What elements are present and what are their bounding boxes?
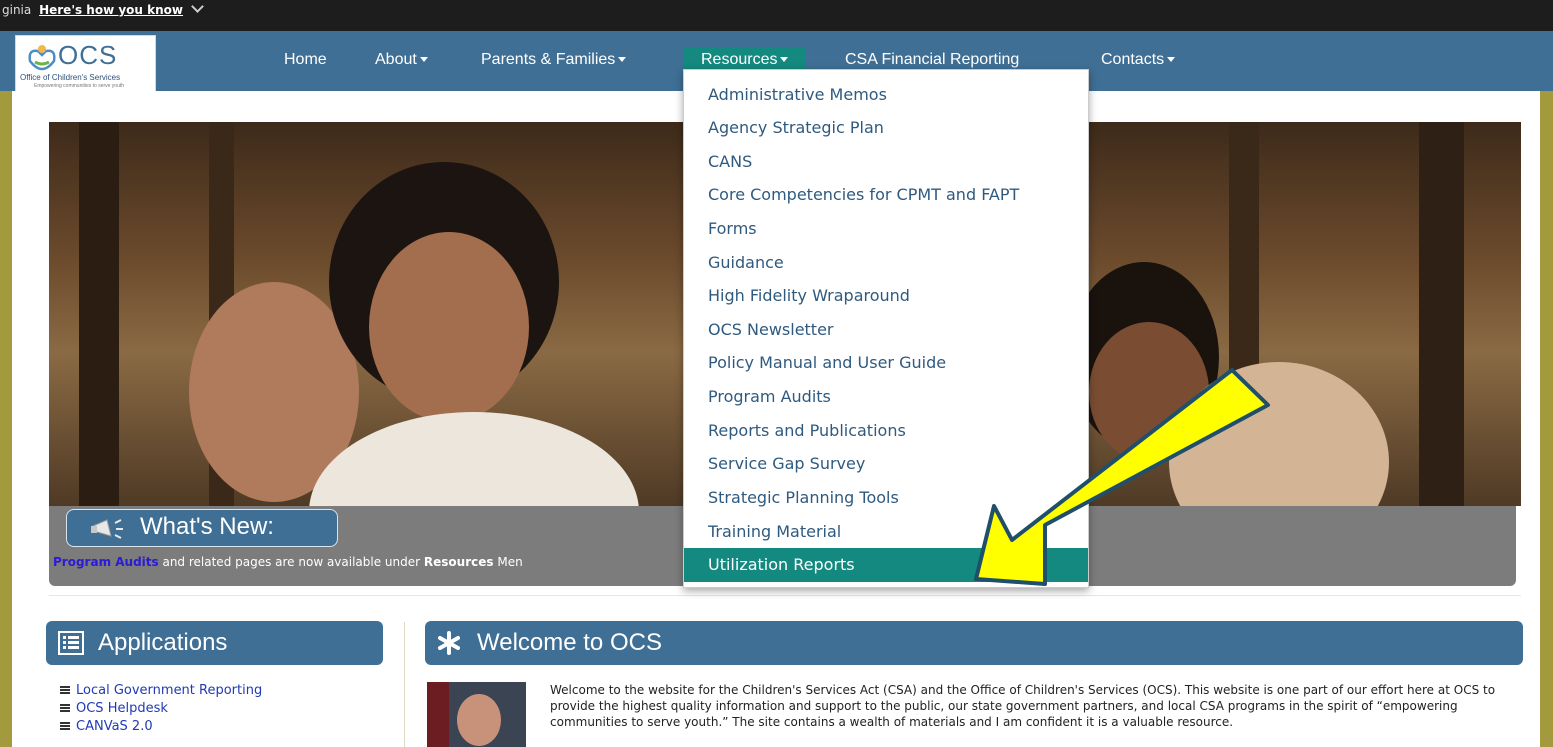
app-link-label: OCS Helpdesk — [76, 701, 168, 716]
heart-logo-icon — [28, 45, 56, 71]
caret-down-icon — [780, 57, 789, 63]
caret-down-icon — [1167, 57, 1176, 63]
megaphone-icon — [91, 519, 123, 539]
nav-about-label: About — [375, 51, 417, 68]
menu-item-strategic-planning-tools[interactable]: Strategic Planning Tools — [684, 481, 1088, 515]
logo-subtitle: Office of Children's Services — [20, 73, 121, 82]
gov-banner-text: ginia Here's how you know — [2, 0, 204, 17]
logo-tagline: Empowering communities to serve youth — [34, 83, 125, 89]
menu-item-service-gap-survey[interactable]: Service Gap Survey — [684, 447, 1088, 481]
menu-item-administrative-memos[interactable]: Administrative Memos — [684, 78, 1088, 112]
news-text-mid: and related pages are now available unde… — [158, 555, 424, 569]
resources-dropdown-menu: Administrative Memos Agency Strategic Pl… — [683, 69, 1089, 588]
welcome-heading: Welcome to OCS — [425, 621, 1523, 665]
menu-item-core-competencies[interactable]: Core Competencies for CPMT and FAPT — [684, 178, 1088, 212]
portrait-face — [457, 694, 501, 746]
welcome-title: Welcome to OCS — [477, 629, 662, 656]
menu-item-program-audits[interactable]: Program Audits — [684, 380, 1088, 414]
nav-parents-families[interactable]: Parents & Families — [481, 49, 627, 71]
hero-tree — [1419, 122, 1464, 506]
chevron-down-icon[interactable] — [190, 0, 204, 13]
list-bullet-icon — [60, 722, 70, 731]
heres-how-you-know-link[interactable]: Here's how you know — [39, 3, 183, 17]
logo-wordmark: OCS — [58, 40, 118, 70]
menu-item-policy-manual[interactable]: Policy Manual and User Guide — [684, 346, 1088, 380]
news-text-end: Men — [493, 555, 523, 569]
news-text-bold: Resources — [423, 555, 494, 569]
applications-heading: Applications — [46, 621, 383, 665]
applications-list: Local Government Reporting OCS Helpdesk … — [60, 682, 262, 736]
nav-resources-label: Resources — [701, 51, 778, 68]
hero-person — [369, 232, 529, 422]
menu-item-ocs-newsletter[interactable]: OCS Newsletter — [684, 313, 1088, 347]
whats-new-heading: What's New: — [66, 509, 338, 547]
app-link-local-government-reporting[interactable]: Local Government Reporting — [60, 682, 262, 700]
nav-contacts-label: Contacts — [1101, 51, 1165, 68]
app-link-label: CANVaS 2.0 — [76, 719, 153, 734]
app-link-label: Local Government Reporting — [76, 683, 263, 698]
list-bullet-icon — [60, 686, 70, 695]
portrait-flag — [427, 682, 449, 747]
menu-item-cans[interactable]: CANS — [684, 145, 1088, 179]
asterisk-icon — [438, 631, 460, 655]
menu-item-forms[interactable]: Forms — [684, 212, 1088, 246]
hero-person — [309, 412, 639, 506]
section-divider — [49, 595, 1521, 596]
program-audits-link[interactable]: Program Audits — [53, 555, 159, 569]
list-icon — [58, 631, 84, 655]
ocs-logo[interactable]: OCS Office of Children's Services Empowe… — [15, 35, 156, 93]
nav-contacts[interactable]: Contacts — [1101, 49, 1176, 71]
whats-new-title: What's New: — [140, 513, 274, 540]
menu-item-high-fidelity-wraparound[interactable]: High Fidelity Wraparound — [684, 279, 1088, 313]
menu-item-agency-strategic-plan[interactable]: Agency Strategic Plan — [684, 111, 1088, 145]
caret-down-icon — [419, 57, 428, 63]
welcome-body: Welcome to the website for the Children'… — [550, 683, 1496, 729]
menu-item-guidance[interactable]: Guidance — [684, 246, 1088, 280]
gov-banner: ginia Here's how you know — [0, 0, 1553, 31]
nav-about[interactable]: About — [375, 49, 428, 71]
caret-down-icon — [618, 57, 627, 63]
whats-new-text: Program Audits and related pages are now… — [53, 555, 523, 569]
gov-text: ginia — [2, 3, 32, 17]
column-divider — [404, 622, 405, 747]
list-bullet-icon — [60, 704, 70, 713]
menu-item-reports-and-publications[interactable]: Reports and Publications — [684, 414, 1088, 448]
app-link-ocs-helpdesk[interactable]: OCS Helpdesk — [60, 700, 262, 718]
hero-tree — [79, 122, 119, 506]
nav-home[interactable]: Home — [284, 49, 327, 71]
menu-item-utilization-reports[interactable]: Utilization Reports — [684, 548, 1088, 582]
nav-csa-financial-reporting[interactable]: CSA Financial Reporting — [845, 49, 1019, 71]
nav-parents-label: Parents & Families — [481, 51, 616, 68]
applications-title: Applications — [98, 629, 228, 656]
director-portrait — [427, 682, 526, 747]
app-link-canvas[interactable]: CANVaS 2.0 — [60, 718, 262, 736]
menu-item-training-material[interactable]: Training Material — [684, 515, 1088, 549]
